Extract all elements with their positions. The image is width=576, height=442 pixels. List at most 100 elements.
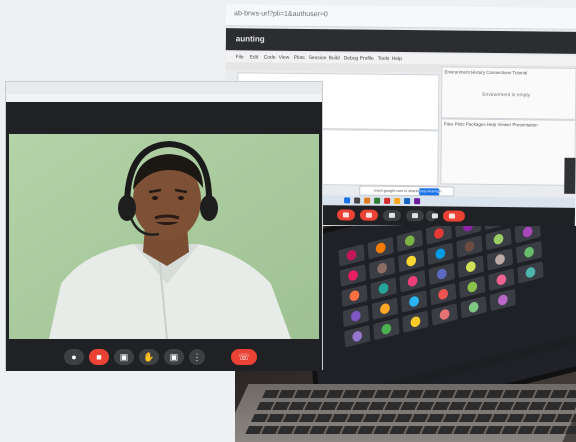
participant-tile [456,235,483,258]
taskbar-app-icon[interactable] [344,197,351,204]
menu-view[interactable]: View [279,55,290,61]
camera-off-icon[interactable] [359,209,379,221]
mic-button[interactable]: ● [64,349,84,365]
taskbar-app-icon[interactable] [414,198,421,205]
menu-session[interactable]: Session [309,55,327,61]
participant-tile [460,295,487,319]
avatar [439,308,450,321]
participant-tile [371,297,399,320]
participant-tile [338,243,365,267]
avatar [465,260,477,273]
menu-plots[interactable]: Plots [294,55,305,61]
avatar [350,309,362,323]
end-call-icon[interactable] [442,210,466,222]
avatar [404,234,416,247]
browser-url-bar[interactable]: ab-brws-url?pli=1&authuser=0 [225,4,576,30]
key-row [245,426,576,434]
captions-icon: ▣ [119,352,129,362]
end-call-icon: ☏ [238,352,250,362]
menu-build[interactable]: Build [329,55,340,61]
meet-controls-bar: ● ■ ▣ ✋ ▣ ⋮ ☏ [6,339,322,371]
avatar [497,293,508,307]
captions-button[interactable]: ▣ [114,349,134,365]
menu-help[interactable]: Help [392,56,402,62]
avatar [349,289,360,303]
participant-tile [489,288,516,312]
menu-profile[interactable]: Profile [360,56,374,62]
participant-tile [427,242,454,265]
side-overlay [564,157,576,194]
more-options-icon[interactable] [425,210,437,222]
participant-tile [368,256,396,280]
present-icon: ▣ [169,352,179,362]
avatar [435,247,446,260]
avatar [437,287,449,301]
participant-tile [425,226,453,245]
avatar [410,315,421,329]
end-call-button[interactable]: ☏ [231,349,257,365]
avatar [464,240,475,253]
app-header: aunting [225,28,576,54]
participant-tile [398,249,425,273]
participant-tile [459,275,486,299]
laptop-keyboard [235,384,576,442]
avatar [381,322,392,336]
participant-tile [373,317,400,341]
environment-empty-text: Environment is empty [482,91,531,99]
avatar [496,273,507,286]
mic-off-icon[interactable] [336,209,356,221]
participant-tile [339,264,367,287]
url-text: ab-brws-url?pli=1&authuser=0 [234,10,328,19]
participant-tile [515,240,543,264]
avatar [379,302,391,316]
taskbar-app-icon[interactable] [374,197,381,204]
raise-hand-button[interactable]: ✋ [139,349,159,365]
participant-tile [457,255,485,278]
participant-tile [486,248,514,271]
taskbar-app-icon[interactable] [364,197,371,204]
avatar [493,232,504,246]
avatar [347,269,359,282]
menu-edit[interactable]: Edit [250,54,259,60]
participant-tile [488,268,515,291]
captions-icon[interactable] [382,209,402,222]
taskbar-app-icon[interactable] [404,198,411,205]
environment-pane: Environment History Connections Tutorial… [440,66,576,120]
participant-tile [402,310,429,333]
present-icon[interactable] [405,210,425,222]
meet-header [6,102,322,134]
participant-tile [370,277,397,300]
menu-debug[interactable]: Debug [344,55,359,61]
avatar [406,254,417,268]
more-options-icon: ⋮ [192,352,202,362]
window-sub-strip [6,94,322,102]
collage: ab-brws-url?pli=1&authuser=0 aunting Fil… [0,0,576,442]
avatar [468,300,479,314]
avatar [408,295,420,308]
more-options-button[interactable]: ⋮ [189,349,205,365]
environment-tabs[interactable]: Environment History Connections Tutorial [444,69,527,75]
menu-code[interactable]: Code [264,55,276,61]
app-header-title: aunting [235,34,265,44]
participant-tile [400,290,428,313]
avatar [462,226,474,233]
participant-tile [514,226,541,244]
files-pane: Files Plots Packages Help Viewer Present… [440,118,576,186]
avatar [376,261,388,275]
participant-tile [429,282,457,306]
meet-window: ● ■ ▣ ✋ ▣ ⋮ ☏ [5,81,323,371]
taskbar-app-icon[interactable] [394,197,401,205]
presenter-image [9,134,319,339]
avatar [522,226,533,239]
avatar [467,280,478,294]
files-tabs[interactable]: Files Plots Packages Help Viewer Present… [444,121,538,127]
present-button[interactable]: ▣ [164,349,184,365]
menu-file[interactable]: File [236,54,244,60]
taskbar-app-icon[interactable] [384,197,391,204]
camera-button[interactable]: ■ [89,349,109,365]
menu-tools[interactable]: Tools [378,56,390,62]
taskbar-app-icon[interactable] [354,197,361,204]
camera-off-icon: ■ [96,352,102,362]
stop-sharing-button[interactable]: Stop sharing [419,188,440,196]
avatar [407,274,418,288]
